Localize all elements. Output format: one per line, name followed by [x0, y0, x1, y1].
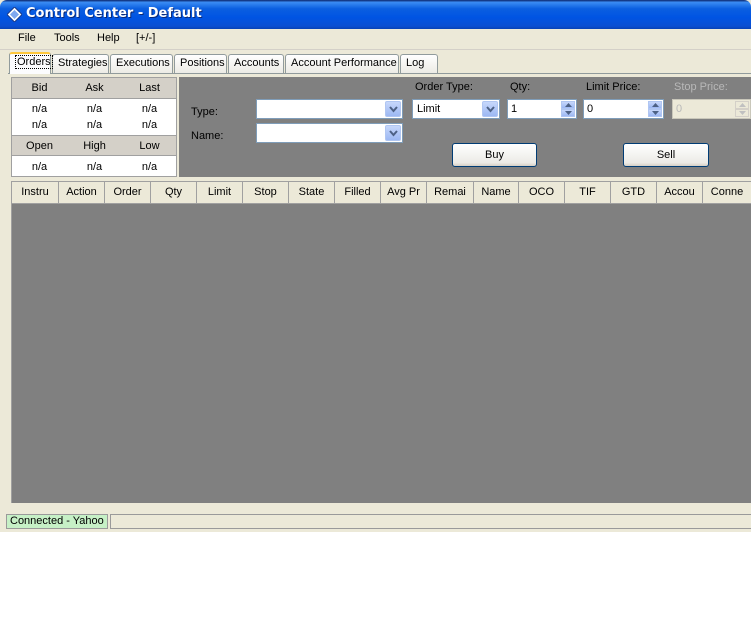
tab-account-performance[interactable]: Account Performance	[285, 54, 399, 73]
menu-tools[interactable]: Tools	[52, 32, 82, 44]
app-diamond-icon	[7, 7, 22, 22]
name-combo[interactable]	[256, 123, 403, 143]
tab-executions[interactable]: Executions	[110, 54, 173, 73]
stepper-up-icon[interactable]	[561, 101, 575, 109]
type-combo[interactable]	[256, 99, 403, 119]
tab-divider	[8, 73, 751, 74]
title-bar[interactable]: Control Center - Default	[0, 0, 751, 29]
stepper-up-icon	[735, 101, 749, 109]
column-header[interactable]: Order	[105, 182, 151, 203]
tab-strategies[interactable]: Strategies	[52, 54, 109, 73]
stepper-up-icon[interactable]	[648, 101, 662, 109]
limit-price-value: 0	[587, 103, 594, 115]
column-header[interactable]: GTD	[611, 182, 657, 203]
stepper-down-icon[interactable]	[561, 109, 575, 117]
high-value: n/a	[86, 161, 103, 173]
limit-price-label: Limit Price:	[586, 81, 641, 93]
stop-price-stepper: 0	[672, 99, 751, 119]
column-header[interactable]: Qty	[151, 182, 197, 203]
order-type-combo[interactable]: Limit	[412, 99, 500, 119]
orders-grid[interactable]: Instru Action Order Qty Limit Stop State…	[11, 181, 751, 503]
stepper-down-icon[interactable]	[648, 109, 662, 117]
qty-stepper[interactable]: 1	[507, 99, 577, 119]
quote-value: n/a	[86, 119, 103, 131]
last-value: n/a	[141, 103, 158, 115]
connection-status: Connected - Yahoo	[6, 514, 108, 529]
bid-header: Bid	[31, 82, 48, 94]
order-type-value: Limit	[417, 103, 441, 115]
low-header: Low	[139, 140, 160, 152]
open-header: Open	[26, 140, 53, 152]
column-header[interactable]: OCO	[519, 182, 565, 203]
window-title: Control Center - Default	[26, 6, 202, 21]
menu-help[interactable]: Help	[95, 32, 122, 44]
tab-positions[interactable]: Positions	[174, 54, 227, 73]
column-header[interactable]: Stop	[243, 182, 289, 203]
stop-price-value: 0	[676, 103, 683, 115]
menu-toggle[interactable]: [+/-]	[134, 32, 157, 44]
chevron-down-icon[interactable]	[482, 101, 498, 117]
order-type-label: Order Type:	[415, 81, 473, 93]
sell-button[interactable]: Sell	[623, 143, 709, 167]
qty-value: 1	[511, 103, 518, 115]
menu-file[interactable]: File	[16, 32, 38, 44]
quote-value: n/a	[31, 119, 48, 131]
quote-value: n/a	[141, 119, 158, 131]
ask-value: n/a	[86, 103, 103, 115]
name-label: Name:	[191, 130, 224, 142]
quote-panel: Bid Ask Last n/a n/a n/a n/a n/a n/a Ope…	[11, 77, 177, 177]
type-label: Type:	[191, 106, 218, 118]
chevron-down-icon[interactable]	[385, 125, 401, 141]
column-header[interactable]: Instru	[12, 182, 59, 203]
qty-label: Qty:	[510, 81, 531, 93]
tab-accounts[interactable]: Accounts	[228, 54, 284, 73]
ask-header: Ask	[85, 82, 104, 94]
column-header[interactable]: Remai	[427, 182, 474, 203]
column-header[interactable]: Limit	[197, 182, 243, 203]
menu-bar: File Tools Help [+/-]	[0, 29, 751, 50]
status-bar: Connected - Yahoo	[0, 511, 751, 532]
limit-price-stepper[interactable]: 0	[583, 99, 664, 119]
stop-price-label: Stop Price:	[674, 81, 728, 93]
stepper-arrows	[648, 101, 662, 117]
column-header[interactable]: State	[289, 182, 335, 203]
column-header[interactable]: Name	[474, 182, 519, 203]
chevron-down-icon[interactable]	[385, 101, 401, 117]
tab-log[interactable]: Log	[400, 54, 438, 73]
bid-value: n/a	[31, 103, 48, 115]
stepper-arrows	[561, 101, 575, 117]
control-center-window: Control Center - Default File Tools Help…	[0, 0, 751, 532]
orders-grid-header: Instru Action Order Qty Limit Stop State…	[12, 182, 751, 204]
low-value: n/a	[141, 161, 158, 173]
column-header[interactable]: Avg Pr	[381, 182, 427, 203]
tab-orders[interactable]: Orders	[9, 52, 53, 74]
column-header[interactable]: Conne	[703, 182, 751, 203]
last-header: Last	[139, 82, 160, 94]
high-header: High	[83, 140, 106, 152]
stepper-down-icon	[735, 109, 749, 117]
column-header[interactable]: TIF	[565, 182, 611, 203]
status-panel	[110, 514, 751, 529]
column-header[interactable]: Accou	[657, 182, 703, 203]
column-header[interactable]: Action	[59, 182, 105, 203]
column-header[interactable]: Filled	[335, 182, 381, 203]
open-value: n/a	[31, 161, 48, 173]
order-entry-panel: Type: Name: Order Type: Limit Qty: 1 Lim…	[179, 77, 751, 177]
stepper-arrows	[735, 101, 749, 117]
buy-button[interactable]: Buy	[452, 143, 537, 167]
